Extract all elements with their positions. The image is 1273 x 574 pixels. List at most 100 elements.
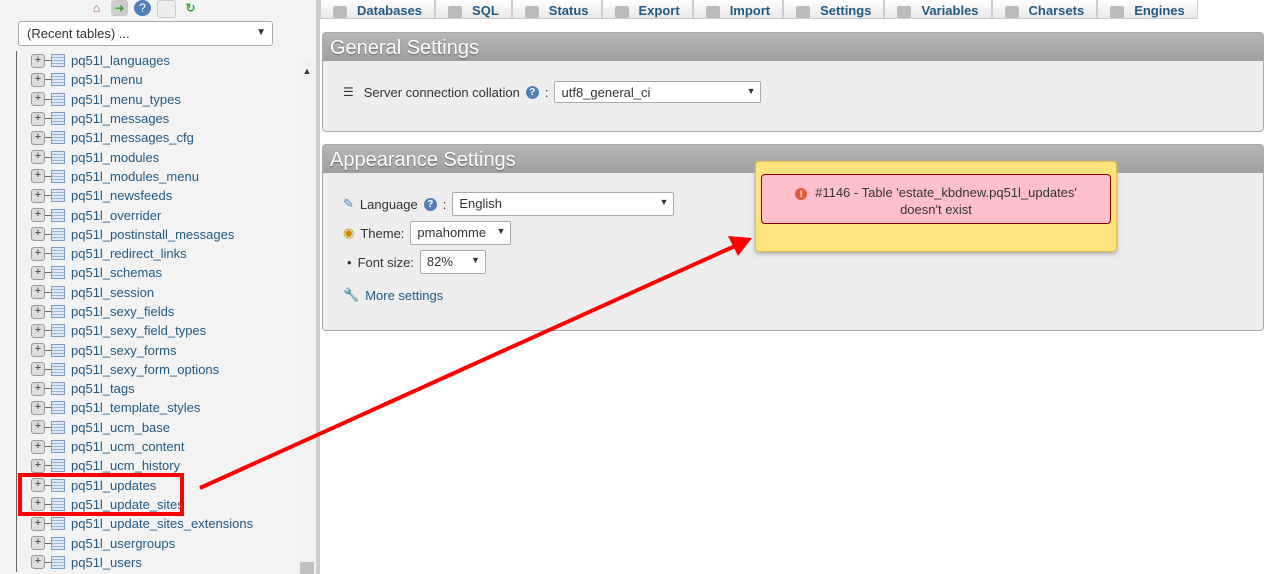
table-item[interactable]: + pq51l_users (0, 553, 298, 572)
tab-charsets[interactable]: Charsets (991, 0, 1098, 19)
tab-export[interactable]: Export (601, 0, 693, 19)
table-name[interactable]: pq51l_languages (71, 53, 170, 68)
expand-icon[interactable]: + (31, 323, 45, 338)
tab-sql[interactable]: SQL (435, 0, 512, 19)
table-name[interactable]: pq51l_modules_menu (71, 169, 199, 184)
scroll-up-icon[interactable]: ▲ (298, 66, 316, 76)
table-name[interactable]: pq51l_redirect_links (71, 246, 187, 261)
expand-icon[interactable]: + (31, 265, 45, 280)
table-name[interactable]: pq51l_newsfeeds (71, 188, 172, 203)
table-name[interactable]: pq51l_modules (71, 150, 159, 165)
table-name[interactable]: pq51l_tags (71, 381, 135, 396)
table-item[interactable]: + pq51l_update_sites (0, 495, 298, 514)
home-icon[interactable]: ⌂ (88, 0, 105, 16)
table-name[interactable]: pq51l_menu (71, 72, 143, 87)
table-item[interactable]: + pq51l_schemas (0, 263, 298, 282)
expand-icon[interactable]: + (31, 130, 45, 145)
help-icon[interactable]: ? (423, 197, 437, 211)
language-select[interactable]: English ▼ (452, 192, 675, 216)
table-item[interactable]: + pq51l_sexy_field_types (0, 321, 298, 340)
tab-variables[interactable]: Variables (884, 0, 992, 19)
tab-import[interactable]: Import (692, 0, 784, 19)
expand-icon[interactable]: + (31, 420, 45, 435)
scroll-thumb[interactable] (300, 562, 314, 574)
table-item[interactable]: + pq51l_tags (0, 379, 298, 398)
table-name[interactable]: pq51l_usergroups (71, 536, 175, 551)
more-settings-link[interactable]: More settings (365, 288, 443, 303)
table-name[interactable]: pq51l_update_sites_extensions (71, 516, 253, 531)
table-name[interactable]: pq51l_menu_types (71, 92, 181, 107)
table-item[interactable]: + pq51l_sexy_forms (0, 340, 298, 359)
table-item[interactable]: + pq51l_menu (0, 70, 298, 89)
table-name[interactable]: pq51l_template_styles (71, 400, 200, 415)
table-name[interactable]: pq51l_updates (71, 478, 156, 493)
table-item[interactable]: + pq51l_messages_cfg (0, 128, 298, 147)
table-item[interactable]: + pq51l_session (0, 283, 298, 302)
table-name[interactable]: pq51l_update_sites (71, 497, 184, 512)
table-item[interactable]: + pq51l_postinstall_messages (0, 225, 298, 244)
expand-icon[interactable]: + (31, 400, 45, 415)
expand-icon[interactable]: + (31, 362, 45, 377)
reload-icon[interactable]: ↻ (182, 0, 199, 16)
theme-select[interactable]: pmahomme ▼ (410, 221, 512, 245)
expand-icon[interactable]: + (31, 208, 45, 223)
table-item[interactable]: + pq51l_ucm_base (0, 418, 298, 437)
table-item[interactable]: + pq51l_menu_types (0, 90, 298, 109)
expand-icon[interactable]: + (31, 53, 45, 68)
table-item[interactable]: + pq51l_newsfeeds (0, 186, 298, 205)
table-name[interactable]: pq51l_postinstall_messages (71, 227, 234, 242)
table-name[interactable]: pq51l_schemas (71, 265, 162, 280)
recent-tables-select[interactable]: (Recent tables) ... ▼ (18, 21, 273, 46)
expand-icon[interactable]: + (31, 285, 45, 300)
help-icon[interactable]: ? (525, 85, 539, 99)
expand-icon[interactable]: + (31, 188, 45, 203)
expand-icon[interactable]: + (31, 555, 45, 570)
table-item[interactable]: + pq51l_ucm_content (0, 437, 298, 456)
expand-icon[interactable]: + (31, 343, 45, 358)
font-size-select[interactable]: 82% ▼ (419, 250, 486, 274)
expand-icon[interactable]: + (31, 150, 45, 165)
table-item[interactable]: + pq51l_messages (0, 109, 298, 128)
table-name[interactable]: pq51l_overrider (71, 208, 161, 223)
sidebar-scrollbar[interactable]: ▲ (298, 60, 316, 574)
table-name[interactable]: pq51l_sexy_forms (71, 343, 177, 358)
tab-status[interactable]: Status (511, 0, 602, 19)
table-name[interactable]: pq51l_ucm_base (71, 420, 170, 435)
table-name[interactable]: pq51l_sexy_form_options (71, 362, 219, 377)
table-name[interactable]: pq51l_users (71, 555, 142, 570)
expand-icon[interactable]: + (31, 497, 45, 512)
table-name[interactable]: pq51l_messages (71, 111, 169, 126)
expand-icon[interactable]: + (31, 516, 45, 531)
tab-settings[interactable]: Settings (783, 0, 885, 19)
docs-icon[interactable] (157, 0, 176, 18)
table-item[interactable]: + pq51l_languages (0, 51, 298, 70)
table-item[interactable]: + pq51l_updates (0, 476, 298, 495)
table-name[interactable]: pq51l_sexy_fields (71, 304, 174, 319)
expand-icon[interactable]: + (31, 246, 45, 261)
table-item[interactable]: + pq51l_redirect_links (0, 244, 298, 263)
table-item[interactable]: + pq51l_template_styles (0, 398, 298, 417)
expand-icon[interactable]: + (31, 536, 45, 551)
expand-icon[interactable]: + (31, 169, 45, 184)
logout-icon[interactable]: ➜ (111, 0, 128, 16)
sidebar-resizer[interactable] (316, 0, 320, 574)
table-name[interactable]: pq51l_ucm_history (71, 458, 180, 473)
table-item[interactable]: + pq51l_overrider (0, 205, 298, 224)
table-item[interactable]: + pq51l_sexy_form_options (0, 360, 298, 379)
expand-icon[interactable]: + (31, 92, 45, 107)
expand-icon[interactable]: + (31, 381, 45, 396)
table-item[interactable]: + pq51l_usergroups (0, 533, 298, 552)
help-icon[interactable]: ? (134, 0, 151, 16)
expand-icon[interactable]: + (31, 304, 45, 319)
table-name[interactable]: pq51l_sexy_field_types (71, 323, 206, 338)
table-item[interactable]: + pq51l_ucm_history (0, 456, 298, 475)
table-item[interactable]: + pq51l_modules (0, 147, 298, 166)
table-item[interactable]: + pq51l_modules_menu (0, 167, 298, 186)
expand-icon[interactable]: + (31, 72, 45, 87)
tab-engines[interactable]: Engines (1097, 0, 1198, 19)
expand-icon[interactable]: + (31, 111, 45, 126)
tab-databases[interactable]: Databases (320, 0, 436, 19)
collation-select[interactable]: utf8_general_ci ▼ (554, 81, 762, 103)
expand-icon[interactable]: + (31, 478, 45, 493)
expand-icon[interactable]: + (31, 458, 45, 473)
